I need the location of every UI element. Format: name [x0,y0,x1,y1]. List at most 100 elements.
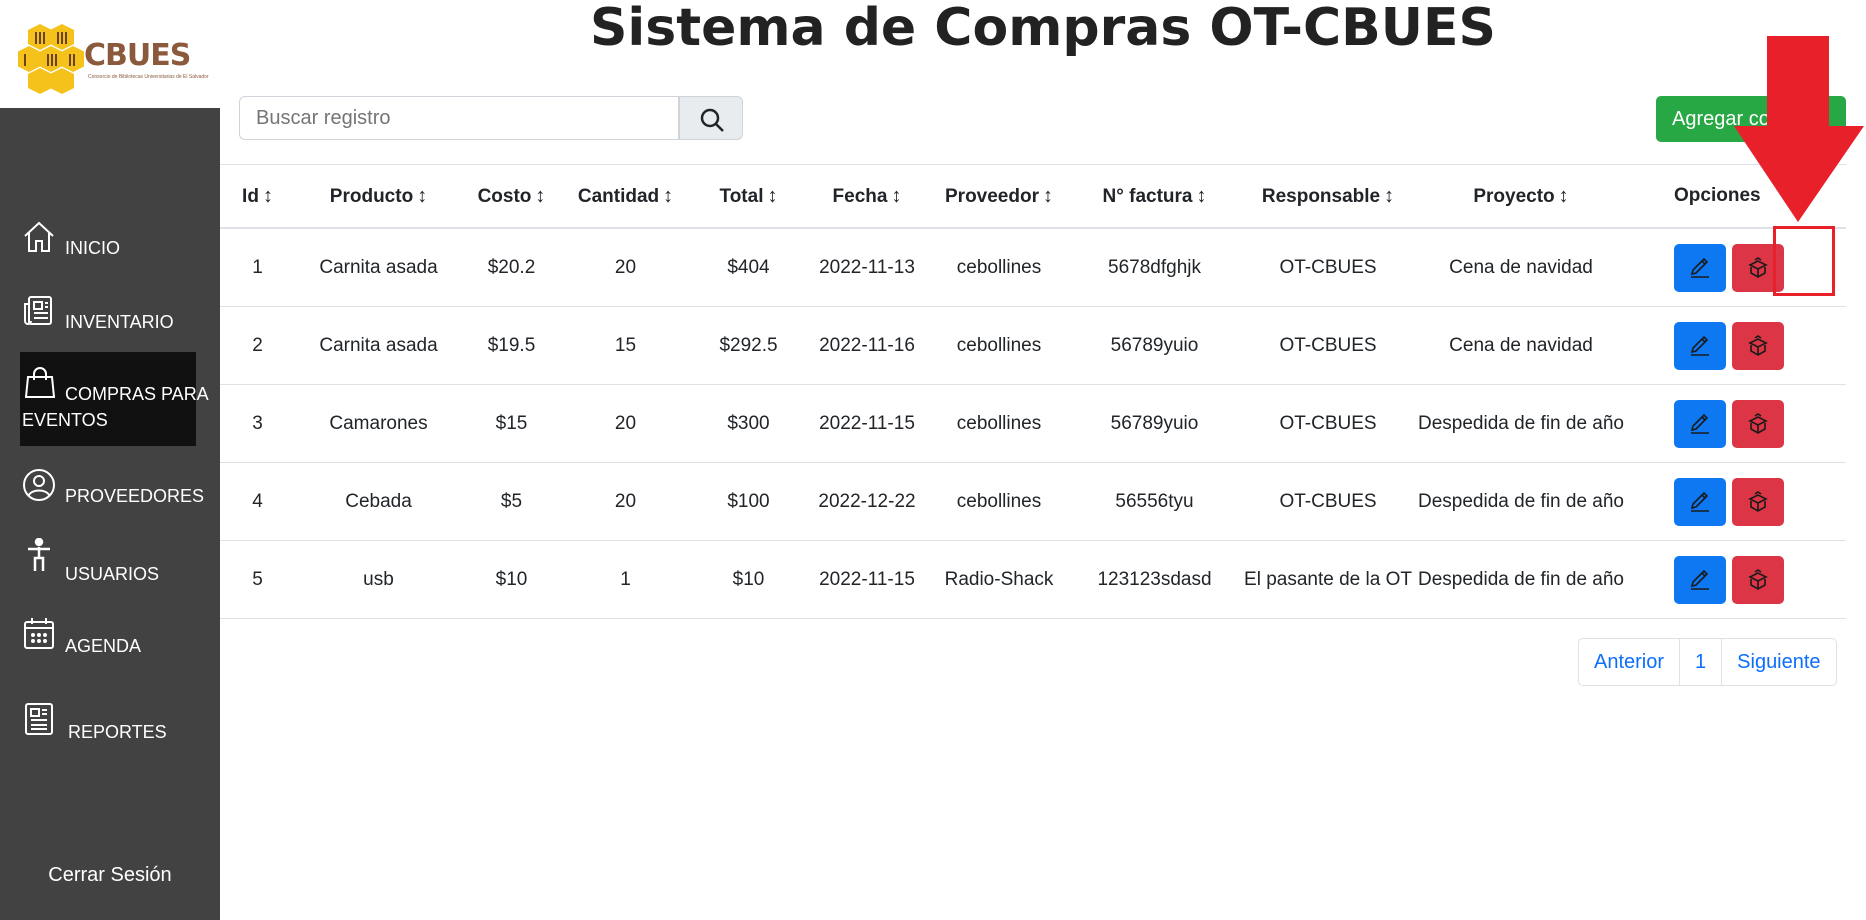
edit-button[interactable] [1674,321,1726,370]
sidebar-item-label: REPORTES [68,722,167,742]
table-row: 3 Camarones $15 20 $300 2022-11-15 cebollines 5… [220,384,1846,463]
delete-button[interactable] [1732,555,1784,604]
column-header-cantidad[interactable]: Cantidad ↕ [561,164,690,229]
sidebar-item-reportes[interactable]: REPORTES [20,700,196,744]
annotation-arrow-icon [1734,36,1864,222]
report-icon [25,703,53,735]
column-header-proveedor[interactable]: Proveedor ↕ [927,164,1071,229]
column-header-id[interactable]: Id ↕ [220,164,295,229]
cell-id: 1 [220,228,295,307]
purchases-table: Id ↕ Producto ↕ Costo ↕ Cantidad ↕ Total ↕ Fe… [220,164,1846,619]
column-header-proyecto[interactable]: Proyecto ↕ [1418,164,1624,229]
column-header-fecha[interactable]: Fecha ↕ [807,164,927,229]
cell-producto: usb [295,540,462,619]
sidebar-item-compras[interactable]: COMPRAS PARA EVENTOS [20,352,209,446]
pencil-icon [1690,569,1709,590]
cell-proyecto: Despedida de fin de año [1418,540,1624,619]
search-button[interactable] [679,96,743,140]
sort-icon: ↕ [1042,184,1053,207]
edit-button[interactable] [1674,555,1726,604]
cell-opciones [1624,462,1846,541]
cell-opciones [1624,306,1846,385]
sort-icon: ↕ [663,184,674,207]
cell-producto: Carnita asada [295,306,462,385]
delete-button[interactable] [1732,477,1784,526]
pencil-icon [1690,413,1709,434]
search-input[interactable] [239,96,679,140]
user-circle-icon [23,469,55,501]
box-icon [1748,412,1768,434]
pagination-prev[interactable]: Anterior [1579,639,1679,685]
cell-opciones [1624,540,1846,619]
sidebar-item-inicio[interactable]: INICIO [20,216,196,260]
column-header-responsable[interactable]: Responsable ↕ [1238,164,1418,229]
cell-factura: 123123sdasd [1071,540,1238,619]
edit-button[interactable] [1674,399,1726,448]
sidebar-item-label: PROVEEDORES [65,486,205,506]
sidebar-item-label: AGENDA [65,636,142,656]
cell-id: 4 [220,462,295,541]
sort-icon: ↕ [535,184,546,207]
sort-icon: ↕ [1558,184,1569,207]
pagination-page[interactable]: 1 [1679,639,1721,685]
column-header-factura[interactable]: N° factura ↕ [1071,164,1238,229]
pagination-next[interactable]: Siguiente [1721,639,1835,685]
cell-proveedor: cebollines [927,384,1071,463]
sort-icon: ↕ [767,184,778,207]
cell-factura: 5678dfghjk [1071,228,1238,307]
cell-producto: Camarones [295,384,462,463]
cell-proyecto: Despedida de fin de año [1418,384,1624,463]
sidebar-item-agenda[interactable]: AGENDA [20,612,196,656]
delete-button[interactable] [1732,399,1784,448]
cell-fecha: 2022-11-15 [807,540,927,619]
cell-producto: Cebada [295,462,462,541]
home-icon [24,221,54,252]
sidebar-item-label: INVENTARIO [65,312,174,332]
cell-cantidad: 15 [561,306,690,385]
cell-proyecto: Cena de navidad [1418,306,1624,385]
pagination: Anterior 1 Siguiente [1578,638,1837,686]
cell-total: $300 [690,384,807,463]
cell-costo: $15 [462,384,561,463]
sidebar-item-label: INICIO [65,238,121,258]
cell-total: $404 [690,228,807,307]
cell-costo: $5 [462,462,561,541]
delete-button[interactable] [1732,321,1784,370]
column-header-costo[interactable]: Costo ↕ [462,164,561,229]
box-icon [1748,490,1768,512]
edit-button[interactable] [1674,243,1726,292]
calendar-icon [24,618,54,649]
cell-id: 5 [220,540,295,619]
box-icon [1748,568,1768,590]
sidebar-item-usuarios[interactable]: USUARIOS [20,538,196,584]
cell-responsable: OT-CBUES [1238,462,1418,541]
table-row: 2 Carnita asada $19.5 15 $292.5 2022-11-16 ceb… [220,306,1846,385]
logout-button[interactable]: Cerrar Sesión [0,864,220,887]
box-icon [1748,256,1768,278]
logo-text: CBUES [84,38,191,73]
cell-factura: 56789yuio [1071,306,1238,385]
column-header-producto[interactable]: Producto ↕ [295,164,462,229]
sidebar-item-inventario[interactable]: INVENTARIO [20,290,196,334]
cell-fecha: 2022-12-22 [807,462,927,541]
cell-fecha: 2022-11-15 [807,384,927,463]
table-header-row: Id ↕ Producto ↕ Costo ↕ Cantidad ↕ Total ↕ Fe… [220,164,1846,229]
edit-button[interactable] [1674,477,1726,526]
search-bar [239,96,744,144]
sort-icon: ↕ [1384,184,1395,207]
pencil-icon [1690,335,1709,356]
sort-icon: ↕ [1196,184,1207,207]
cell-cantidad: 20 [561,462,690,541]
box-icon [1748,334,1768,356]
cell-proveedor: cebollines [927,306,1071,385]
column-header-total[interactable]: Total ↕ [690,164,807,229]
cell-costo: $19.5 [462,306,561,385]
table-row: 1 Carnita asada $20.2 20 $404 2022-11-13 cebol… [220,228,1846,307]
cell-producto: Carnita asada [295,228,462,307]
sidebar-item-proveedores[interactable]: PROVEEDORES [20,464,204,508]
cell-factura: 56789yuio [1071,384,1238,463]
annotation-highlight-box [1773,226,1835,296]
cell-proveedor: cebollines [927,228,1071,307]
cell-responsable: El pasante de la OT [1238,540,1418,619]
cell-total: $10 [690,540,807,619]
